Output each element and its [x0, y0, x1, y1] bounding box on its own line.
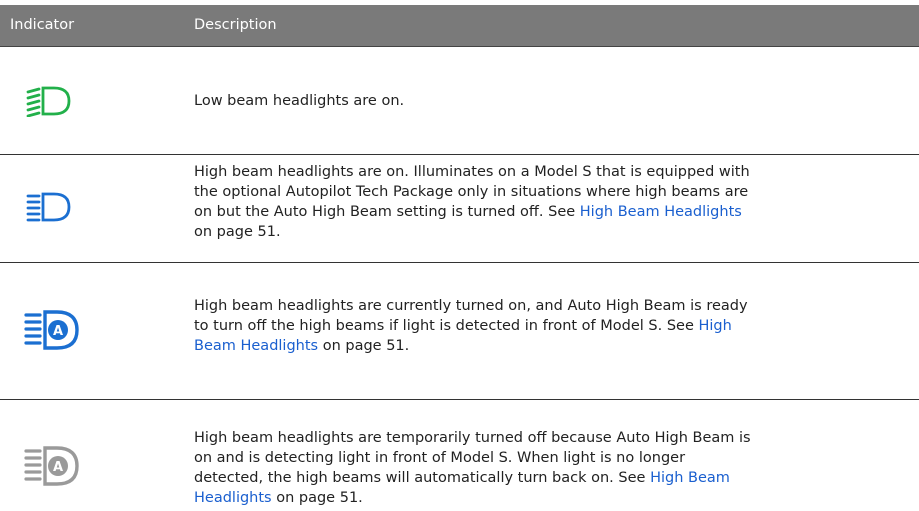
- description-line: Low beam headlights are on.: [194, 93, 405, 109]
- row-description: High beam headlights are currently turne…: [194, 296, 904, 356]
- table-header: Indicator Description: [0, 5, 919, 47]
- high-beam-headlights-link[interactable]: High: [698, 318, 731, 334]
- header-indicator: Indicator: [10, 17, 75, 33]
- row-description: High beam headlights are temporarily tur…: [194, 428, 904, 508]
- row-description: High beam headlights are on. Illuminates…: [194, 162, 904, 242]
- high-beam-headlights-link[interactable]: High Beam: [650, 470, 730, 486]
- description-line: the optional Autopilot Tech Package only…: [194, 184, 749, 200]
- high-beam-headlights-link[interactable]: Beam Headlights: [194, 338, 318, 354]
- description-line: detected, the high beams will automatica…: [194, 468, 904, 488]
- description-line: on but the Auto High Beam setting is tur…: [194, 202, 904, 222]
- description-text: detected, the high beams will automatica…: [194, 470, 651, 486]
- description-line: on page 51.: [194, 224, 281, 240]
- table-row: High beam headlights are on. Illuminates…: [0, 155, 919, 263]
- row-description: Low beam headlights are on.: [194, 91, 904, 111]
- description-line: to turn off the high beams if light is d…: [194, 316, 904, 336]
- description-text: on but the Auto High Beam setting is tur…: [194, 204, 580, 220]
- svg-text:A: A: [53, 324, 63, 339]
- auto-high-beam-off-icon: A: [0, 400, 190, 511]
- description-line: High beam headlights are on. Illuminates…: [194, 164, 750, 180]
- high-beam-icon: [0, 155, 190, 262]
- header-description: Description: [194, 17, 277, 33]
- description-text: on page 51.: [271, 490, 363, 506]
- high-beam-headlights-link[interactable]: Headlights: [194, 490, 272, 506]
- description-line: Beam Headlights on page 51.: [194, 336, 904, 356]
- table-row: A High beam headlights are temporarily t…: [0, 400, 919, 511]
- description-line: on and is detecting light in front of Mo…: [194, 450, 686, 466]
- description-line: Headlights on page 51.: [194, 488, 904, 508]
- auto-high-beam-on-icon: A: [0, 263, 190, 399]
- low-beam-icon: [0, 47, 190, 154]
- high-beam-headlights-link[interactable]: High Beam Headlights: [580, 204, 742, 220]
- table-row: A High beam headlights are currently tur…: [0, 263, 919, 400]
- table-row: Low beam headlights are on.: [0, 47, 919, 155]
- description-text: on page 51.: [318, 338, 410, 354]
- description-line: High beam headlights are temporarily tur…: [194, 430, 751, 446]
- description-text: to turn off the high beams if light is d…: [194, 318, 699, 334]
- description-line: High beam headlights are currently turne…: [194, 298, 748, 314]
- svg-text:A: A: [53, 460, 63, 475]
